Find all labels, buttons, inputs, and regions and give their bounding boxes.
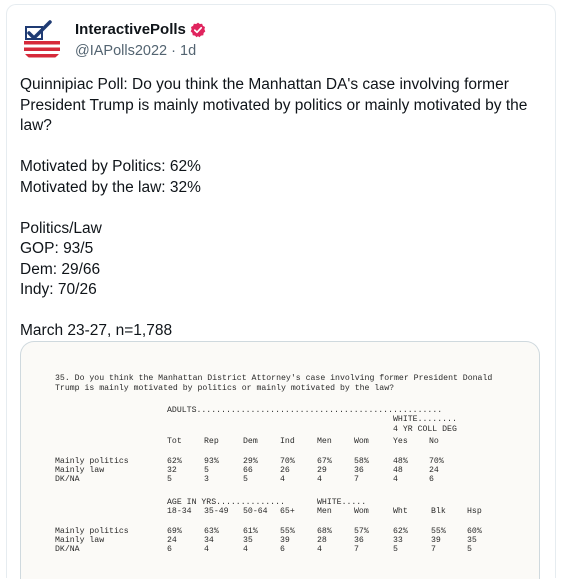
- table-cell: 4: [204, 545, 209, 554]
- table-cell: 68%: [317, 527, 332, 536]
- row-label: Mainly law: [55, 536, 105, 545]
- table-cell: 57%: [354, 527, 369, 536]
- timestamp[interactable]: 1d: [180, 43, 196, 59]
- col-header: 35-49: [204, 507, 229, 516]
- table-cell: 48: [393, 466, 403, 475]
- table-cell: 32: [167, 466, 177, 475]
- col-header: Ind: [280, 437, 295, 446]
- white-header: WHITE........: [393, 415, 457, 424]
- table-cell: 26: [280, 466, 290, 475]
- table-cell: 4: [317, 475, 322, 484]
- col-header: Yes: [393, 437, 408, 446]
- table-cell: 3: [204, 475, 209, 484]
- table-cell: 35: [467, 536, 477, 545]
- table-cell: 28: [317, 536, 327, 545]
- poll-question-line1: 35. Do you think the Manhattan District …: [55, 374, 493, 383]
- table-cell: 5: [393, 545, 398, 554]
- display-name[interactable]: InteractivePolls: [75, 21, 186, 38]
- row-label: Mainly politics: [55, 457, 129, 466]
- col-header: Wom: [354, 507, 369, 516]
- table-cell: 48%: [393, 457, 408, 466]
- table-cell: 35: [243, 536, 253, 545]
- col-header: 65+: [280, 507, 295, 516]
- col-header: Dem: [243, 437, 258, 446]
- table-cell: 66: [243, 466, 253, 475]
- row-label: Mainly law: [55, 466, 105, 475]
- tweet-card[interactable]: InteractivePolls @IAPolls2022 · 1d Quinn…: [6, 4, 556, 579]
- verified-badge-icon: [190, 22, 206, 37]
- table-cell: 58%: [354, 457, 369, 466]
- table-cell: 4: [243, 545, 248, 554]
- table-cell: 60%: [467, 527, 482, 536]
- handle[interactable]: @IAPolls2022: [75, 43, 167, 59]
- table-cell: 6: [429, 475, 434, 484]
- table-cell: 24: [429, 466, 439, 475]
- table-cell: 4: [317, 545, 322, 554]
- col-header: Men: [317, 507, 332, 516]
- col-header: Hsp: [467, 507, 482, 516]
- separator-dot: ·: [171, 43, 176, 59]
- poll-question-line2: Trump is mainly motivated by politics or…: [55, 384, 395, 393]
- row-label: DK/NA: [55, 545, 80, 554]
- college-header: 4 YR COLL DEG: [393, 425, 457, 434]
- row-label: Mainly politics: [55, 527, 129, 536]
- table-cell: 62%: [167, 457, 182, 466]
- col-header: Rep: [204, 437, 219, 446]
- table-cell: 5: [167, 475, 172, 484]
- table-cell: 63%: [204, 527, 219, 536]
- table-cell: 39: [280, 536, 290, 545]
- table-cell: 36: [354, 536, 364, 545]
- table-cell: 61%: [243, 527, 258, 536]
- col-header: 18-34: [167, 507, 192, 516]
- table-cell: 6: [167, 545, 172, 554]
- table-cell: 55%: [280, 527, 295, 536]
- col-header: Tot: [167, 437, 182, 446]
- table-cell: 7: [354, 475, 359, 484]
- col-header: No: [429, 437, 439, 446]
- table-cell: 7: [431, 545, 436, 554]
- table-cell: 69%: [167, 527, 182, 536]
- table-cell: 62%: [393, 527, 408, 536]
- table-cell: 5: [204, 466, 209, 475]
- table-cell: 39: [431, 536, 441, 545]
- table-cell: 6: [280, 545, 285, 554]
- table-cell: 93%: [204, 457, 219, 466]
- table-cell: 5: [467, 545, 472, 554]
- table-cell: 7: [354, 545, 359, 554]
- col-header: Wht: [393, 507, 408, 516]
- table-cell: 34: [204, 536, 214, 545]
- poll-results-image[interactable]: 35. Do you think the Manhattan District …: [20, 341, 540, 579]
- white-header-2: WHITE.....: [317, 498, 367, 507]
- row-label: DK/NA: [55, 475, 80, 484]
- col-header: Wom: [354, 437, 369, 446]
- tweet-text: Quinnipiac Poll: Do you think the Manhat…: [20, 76, 528, 339]
- table-cell: 5: [243, 475, 248, 484]
- table-cell: 67%: [317, 457, 332, 466]
- col-header: Men: [317, 437, 332, 446]
- avatar[interactable]: [20, 18, 64, 62]
- col-header: 50-64: [243, 507, 268, 516]
- table-cell: 70%: [429, 457, 444, 466]
- col-header: Blk: [431, 507, 446, 516]
- table-cell: 33: [393, 536, 403, 545]
- flag-checkmark-logo: [20, 18, 64, 62]
- table-cell: 24: [167, 536, 177, 545]
- age-header: AGE IN YRS..............: [167, 498, 285, 507]
- table-cell: 55%: [431, 527, 446, 536]
- table-cell: 36: [354, 466, 364, 475]
- table-cell: 4: [280, 475, 285, 484]
- table-cell: 70%: [280, 457, 295, 466]
- table-cell: 29: [317, 466, 327, 475]
- adults-header: ADULTS..................................…: [167, 406, 443, 415]
- table-cell: 29%: [243, 457, 258, 466]
- table-cell: 4: [393, 475, 398, 484]
